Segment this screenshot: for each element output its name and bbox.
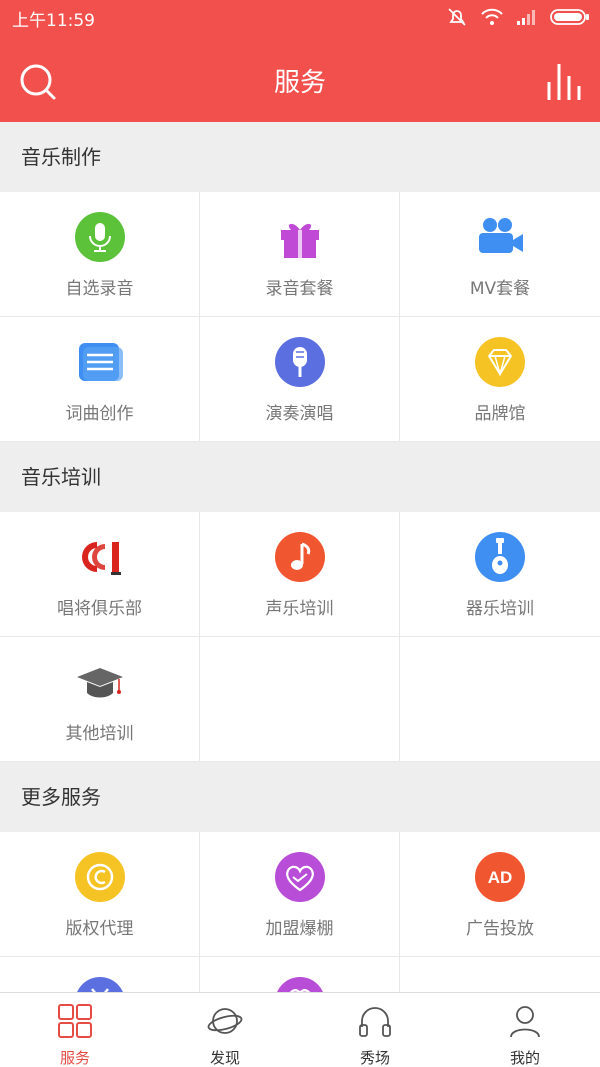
section-header-music-production: 音乐制作 xyxy=(0,122,600,192)
page-title: 服务 xyxy=(273,68,326,98)
battery-icon xyxy=(550,9,589,25)
guitar-icon xyxy=(475,532,525,582)
tab-service[interactable]: 服务 xyxy=(0,993,150,1067)
service-label: 品牌馆 xyxy=(474,404,526,424)
section-header-more-services: 更多服务 xyxy=(0,762,600,832)
bell-muted-icon xyxy=(448,8,466,26)
service-mv-package[interactable]: MV套餐 xyxy=(400,192,600,317)
microphone-icon xyxy=(75,212,125,262)
service-advertising[interactable]: AD 广告投放 xyxy=(400,832,600,957)
service-other-training[interactable]: 其他培训 xyxy=(0,637,200,762)
service-label: 演奏演唱 xyxy=(265,404,334,424)
wifi-icon xyxy=(481,8,503,25)
top-bar: 上午11:59 服务 xyxy=(0,0,600,122)
service-recording-package[interactable]: 录音套餐 xyxy=(200,192,400,317)
grid-music-training: 唱将俱乐部 声乐培训 器乐培训 其他培训 xyxy=(0,512,600,762)
equalizer-icon[interactable] xyxy=(546,62,584,102)
service-list[interactable]: 音乐制作 自选录音 录音套餐 MV套餐 词曲创作 演奏演唱 品牌馆 音乐培训 唱… xyxy=(0,122,600,992)
service-label: 词曲创作 xyxy=(65,404,134,424)
graduation-cap-icon xyxy=(77,668,123,698)
infinity-icon xyxy=(277,977,323,992)
tab-showroom[interactable]: 秀场 xyxy=(300,993,450,1067)
grid-icon xyxy=(58,1004,92,1038)
yen-icon xyxy=(77,977,123,992)
status-time: 上午11:59 xyxy=(12,11,95,31)
service-performance[interactable]: 演奏演唱 xyxy=(200,317,400,442)
status-bar: 上午11:59 xyxy=(0,0,600,34)
service-label: 加盟爆棚 xyxy=(265,919,334,939)
tab-mine[interactable]: 我的 xyxy=(450,993,600,1067)
service-label: 版权代理 xyxy=(65,919,134,939)
grid-music-production: 自选录音 录音套餐 MV套餐 词曲创作 演奏演唱 品牌馆 xyxy=(0,192,600,442)
service-label: 唱将俱乐部 xyxy=(57,599,142,619)
service-partial[interactable] xyxy=(0,957,200,992)
gift-icon xyxy=(281,223,319,258)
bottom-tab-bar: 服务 发现 秀场 我的 xyxy=(0,992,600,1067)
ad-badge-icon: AD xyxy=(475,852,525,902)
person-icon xyxy=(510,1006,540,1038)
service-franchise[interactable]: 加盟爆棚 xyxy=(200,832,400,957)
club-logo-icon xyxy=(82,542,121,575)
music-note-icon xyxy=(275,532,325,582)
service-songwriting[interactable]: 词曲创作 xyxy=(0,317,200,442)
service-custom-recording[interactable]: 自选录音 xyxy=(0,192,200,317)
section-header-music-training: 音乐培训 xyxy=(0,442,600,512)
service-label: 录音套餐 xyxy=(265,279,334,299)
service-brand-hall[interactable]: 品牌馆 xyxy=(400,317,600,442)
tab-label: 服务 xyxy=(59,1049,90,1067)
service-singer-club[interactable]: 唱将俱乐部 xyxy=(0,512,200,637)
video-camera-icon xyxy=(479,218,523,253)
ad-badge-text: AD xyxy=(488,868,513,887)
status-icons xyxy=(446,6,590,28)
empty-cell xyxy=(400,957,600,992)
service-copyright-agency[interactable]: 版权代理 xyxy=(0,832,200,957)
service-partial[interactable] xyxy=(200,957,400,992)
planet-icon xyxy=(207,1008,243,1034)
retro-microphone-icon xyxy=(275,337,325,387)
service-label: 器乐培训 xyxy=(466,599,534,619)
service-label: 其他培训 xyxy=(65,724,134,744)
service-label: MV套餐 xyxy=(469,279,531,299)
grid-more-services: 版权代理 加盟爆棚 AD 广告投放 xyxy=(0,832,600,992)
tab-label: 我的 xyxy=(509,1049,540,1067)
service-vocal-training[interactable]: 声乐培训 xyxy=(200,512,400,637)
empty-cell xyxy=(400,637,600,762)
copyright-icon xyxy=(75,852,125,902)
diamond-icon xyxy=(475,337,525,387)
document-icon xyxy=(79,343,123,381)
service-label: 自选录音 xyxy=(65,279,134,299)
headphones-icon xyxy=(359,1007,391,1037)
service-label: 声乐培训 xyxy=(265,599,334,619)
signal-icon xyxy=(517,10,535,25)
service-instrument-training[interactable]: 器乐培训 xyxy=(400,512,600,637)
tab-label: 秀场 xyxy=(359,1049,390,1067)
service-label: 广告投放 xyxy=(466,919,534,939)
heart-handshake-icon xyxy=(275,852,325,902)
tab-label: 发现 xyxy=(209,1049,240,1067)
empty-cell xyxy=(200,637,400,762)
tab-discover[interactable]: 发现 xyxy=(150,993,300,1067)
